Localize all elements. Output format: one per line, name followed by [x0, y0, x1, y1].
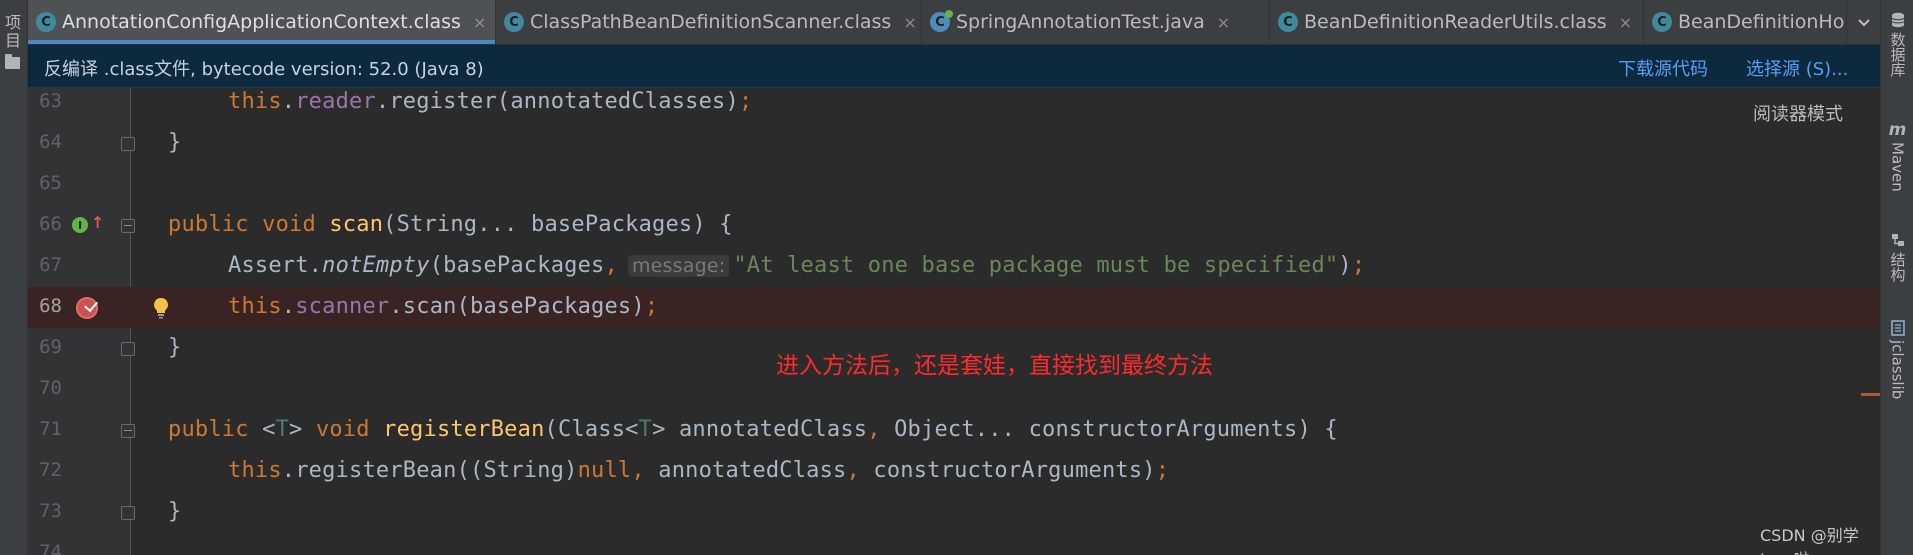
- watermark: CSDN @别学Java啦: [1760, 526, 1859, 555]
- class-file-icon: C: [1652, 12, 1672, 32]
- fold-marker-icon[interactable]: [121, 219, 135, 233]
- java-file-icon: C: [930, 10, 953, 32]
- parameter-hint: message:: [627, 255, 730, 277]
- code-text: this.registerBean((String)null, annotate…: [228, 458, 1170, 483]
- code-line-73: 73 }: [28, 492, 1880, 533]
- code-line-74: 74: [28, 533, 1880, 555]
- fold-marker-icon[interactable]: [121, 506, 135, 520]
- code-text: }: [168, 130, 182, 155]
- line-number: 72: [39, 459, 62, 481]
- tab-label: AnnotationConfigApplicationContext.class: [62, 11, 461, 33]
- line-number: 70: [39, 377, 62, 399]
- code-line-67: 67 Assert.notEmpty(basePackages, message:…: [28, 246, 1880, 287]
- breakpoint-icon[interactable]: [76, 297, 98, 319]
- line-number: 64: [39, 131, 62, 153]
- tab-spring-annotation-test[interactable]: C SpringAnnotationTest.java ×: [922, 0, 1270, 44]
- tool-label: 数据库: [1888, 32, 1907, 77]
- code-text: public void scan(String... basePackages)…: [168, 212, 733, 237]
- line-number: 69: [39, 336, 62, 358]
- arrow-up-icon: ↑: [91, 213, 105, 232]
- code-line-65: 65: [28, 164, 1880, 205]
- code-text: this.reader.register(annotatedClasses);: [228, 89, 753, 114]
- right-tool-strip: 数据库 m Maven 结构 jclasslib: [1880, 0, 1913, 555]
- tool-label: jclasslib: [1888, 340, 1907, 400]
- tool-label: Maven: [1888, 142, 1907, 192]
- tab-label: BeanDefinitionHold: [1678, 11, 1862, 33]
- code-text: this.scanner.scan(basePackages);: [228, 294, 659, 319]
- tool-label: 结构: [1888, 252, 1907, 282]
- close-icon[interactable]: ×: [903, 13, 916, 32]
- tab-label: BeanDefinitionReaderUtils.class: [1304, 11, 1607, 33]
- tab-annotation-config-application-context[interactable]: C AnnotationConfigApplicationContext.cla…: [28, 0, 496, 44]
- code-line-68: 68 this.scanner.scan(basePackages);: [28, 287, 1880, 328]
- reader-mode-button[interactable]: 阅读器模式: [1753, 100, 1843, 126]
- class-file-icon: C: [1278, 12, 1298, 32]
- class-file-icon: C: [504, 12, 524, 32]
- code-editor[interactable]: 63 this.reader.register(annotatedClasses…: [28, 88, 1880, 555]
- structure-icon: [1891, 234, 1904, 246]
- chevron-down-icon: [1858, 19, 1870, 27]
- code-line-66: 66 I ↑ public void scan(String... basePa…: [28, 205, 1880, 246]
- code-text: }: [168, 335, 182, 360]
- folder-icon[interactable]: [5, 54, 20, 69]
- jclasslib-tool-button[interactable]: jclasslib: [1881, 320, 1913, 399]
- class-file-icon: C: [36, 12, 56, 32]
- database-tool-button[interactable]: 数据库: [1881, 12, 1913, 77]
- project-tool-label[interactable]: 项目: [2, 14, 24, 50]
- tab-bean-definition-reader-utils[interactable]: C BeanDefinitionReaderUtils.class ×: [1270, 0, 1644, 44]
- tab-list-dropdown[interactable]: [1846, 0, 1880, 44]
- line-number: 66: [39, 213, 62, 235]
- line-number: 74: [39, 541, 62, 555]
- decompiled-class-banner: 反编译 .class文件, bytecode version: 52.0 (Ja…: [28, 45, 1880, 88]
- fold-marker-icon[interactable]: [121, 424, 135, 438]
- code-line-71: 71 public <T> void registerBean(Class<T>…: [28, 410, 1880, 451]
- structure-tool-button[interactable]: 结构: [1881, 232, 1913, 282]
- maven-icon: m: [1888, 120, 1907, 140]
- editor-tab-bar: C AnnotationConfigApplicationContext.cla…: [28, 0, 1880, 45]
- maven-tool-button[interactable]: m Maven: [1881, 120, 1913, 192]
- code-text: }: [168, 499, 182, 524]
- close-icon[interactable]: ×: [1619, 13, 1632, 32]
- fold-marker-icon[interactable]: [121, 342, 135, 356]
- tab-bean-definition-holder[interactable]: C BeanDefinitionHold: [1644, 0, 1862, 44]
- code-line-64: 64 }: [28, 123, 1880, 164]
- line-number: 63: [39, 90, 62, 112]
- code-line-72: 72 this.registerBean((String)null, annot…: [28, 451, 1880, 492]
- tab-class-path-bean-definition-scanner[interactable]: C ClassPathBeanDefinitionScanner.class ×: [496, 0, 922, 44]
- close-icon[interactable]: ×: [1217, 13, 1230, 32]
- choose-source-link[interactable]: 选择源 (S)...: [1746, 55, 1848, 81]
- scrollbar-error-marker[interactable]: [1861, 393, 1880, 396]
- database-icon: [1891, 12, 1904, 28]
- close-icon[interactable]: ×: [473, 13, 486, 32]
- annotation-text: 进入方法后，还是套娃，直接找到最终方法: [776, 353, 1213, 379]
- left-tool-strip: 项目: [0, 0, 28, 555]
- implements-method-icon[interactable]: I: [72, 217, 88, 233]
- lightbulb-icon[interactable]: [152, 297, 170, 319]
- code-text: Assert.notEmpty(basePackages, message: "At…: [228, 253, 1366, 278]
- line-number: 67: [39, 254, 62, 276]
- jclasslib-icon: [1890, 320, 1905, 336]
- download-source-link[interactable]: 下载源代码: [1618, 55, 1708, 81]
- line-number: 73: [39, 500, 62, 522]
- code-line-63: 63 this.reader.register(annotatedClasses…: [28, 88, 1880, 123]
- fold-marker-icon[interactable]: [121, 137, 135, 151]
- line-number: 68: [39, 295, 62, 317]
- line-number: 65: [39, 172, 62, 194]
- tab-label: SpringAnnotationTest.java: [956, 11, 1205, 33]
- banner-message: 反编译 .class文件, bytecode version: 52.0 (Ja…: [44, 59, 484, 80]
- code-text: public <T> void registerBean(Class<T> an…: [168, 417, 1338, 442]
- tab-label: ClassPathBeanDefinitionScanner.class: [530, 11, 892, 33]
- line-number: 71: [39, 418, 62, 440]
